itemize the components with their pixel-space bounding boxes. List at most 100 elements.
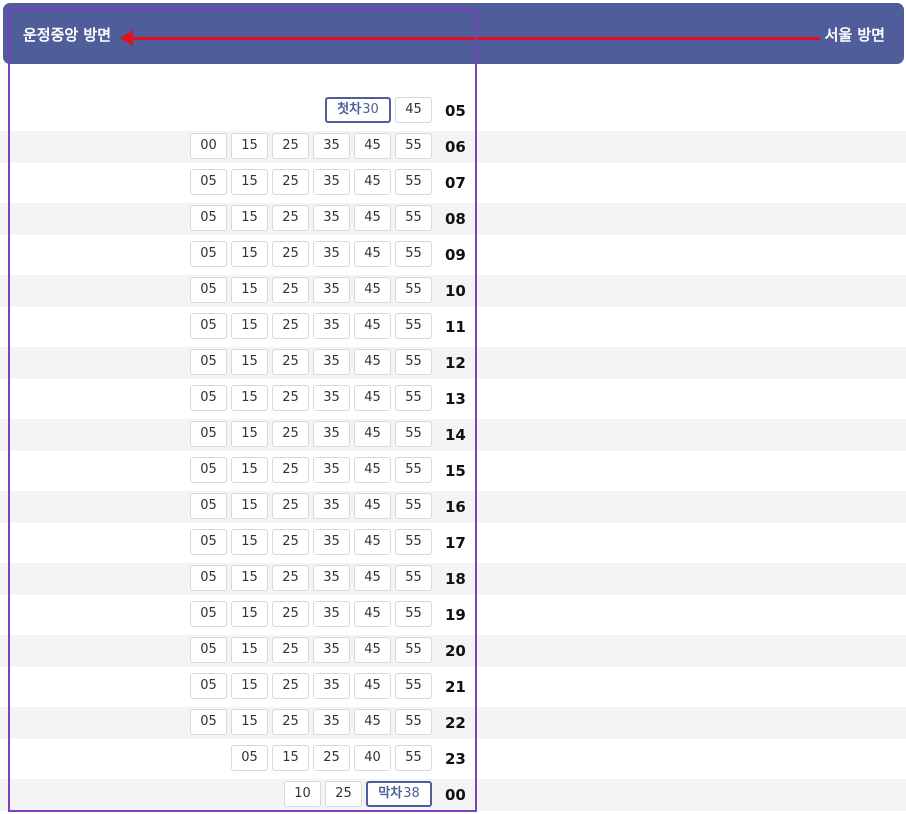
departure-minute-chip: 25: [272, 385, 309, 411]
timetable-row: 05 15 25 35 45 55 09: [0, 237, 906, 273]
departure-minute-chip: 25: [272, 565, 309, 591]
departure-minute-chip: 00: [190, 133, 227, 159]
departure-minute: 25: [282, 570, 299, 585]
minute-list: 05 15 25 35 45 55: [190, 493, 432, 519]
departure-minute-chip: 35: [313, 313, 350, 339]
departure-minute: 05: [200, 462, 217, 477]
departure-minute: 05: [241, 750, 258, 765]
departure-minute: 25: [282, 462, 299, 477]
departure-minute: 05: [200, 354, 217, 369]
departure-minute: 15: [241, 282, 258, 297]
minute-list: 00 15 25 35 45 55: [190, 133, 432, 159]
departure-minute: 45: [364, 462, 381, 477]
departure-minute: 35: [323, 642, 340, 657]
timetable-row: 05 15 25 35 45 55 12: [0, 345, 906, 381]
timetable-row: 첫차30 45 05: [0, 93, 906, 129]
departure-minute: 15: [241, 498, 258, 513]
departure-minute: 35: [323, 462, 340, 477]
departure-minute: 05: [200, 174, 217, 189]
departure-minute-chip: 10: [284, 781, 321, 807]
departure-minute-chip: 05: [190, 241, 227, 267]
departure-minute: 45: [364, 678, 381, 693]
timetable-row: 05 15 25 35 45 55 10: [0, 273, 906, 309]
departure-minute-chip: 55: [395, 169, 432, 195]
minute-list: 05 15 25 35 45 55: [190, 529, 432, 555]
timetable-row: 05 15 25 35 45 55 08: [0, 201, 906, 237]
departure-minute: 55: [405, 210, 422, 225]
departure-minute: 38: [403, 786, 420, 801]
departure-minute-chip: 15: [231, 241, 268, 267]
departure-minute: 55: [405, 318, 422, 333]
departure-minute-chip: 15: [231, 385, 268, 411]
departure-minute-chip: 55: [395, 565, 432, 591]
departure-minute: 05: [200, 498, 217, 513]
timetable-row: 10 25 막차38 00: [0, 777, 906, 813]
departure-minute: 25: [282, 714, 299, 729]
minute-list: 05 15 25 35 45 55: [190, 313, 432, 339]
timetable-row: 05 15 25 35 45 55 14: [0, 417, 906, 453]
departure-minute: 35: [323, 498, 340, 513]
departure-minute-chip: 35: [313, 457, 350, 483]
departure-minute: 35: [323, 174, 340, 189]
departure-minute: 05: [200, 570, 217, 585]
departure-minute-chip: 35: [313, 709, 350, 735]
departure-minute-chip: 35: [313, 169, 350, 195]
departure-minute-chip: 45: [354, 529, 391, 555]
hour-label: 10: [445, 282, 466, 300]
departure-minute-chip: 25: [272, 637, 309, 663]
departure-minute: 05: [200, 642, 217, 657]
departure-minute: 45: [364, 210, 381, 225]
departure-minute-chip: 25: [272, 673, 309, 699]
departure-minute: 05: [200, 282, 217, 297]
departure-minute-chip: 45: [354, 709, 391, 735]
departure-minute-chip: 05: [190, 205, 227, 231]
departure-minute: 55: [405, 498, 422, 513]
departure-minute-chip: 05: [190, 673, 227, 699]
hour-label: 00: [445, 786, 466, 804]
departure-minute: 15: [241, 318, 258, 333]
departure-minute: 15: [241, 714, 258, 729]
timetable-row: 05 15 25 35 45 55 21: [0, 669, 906, 705]
timetable: 첫차30 45 05 00 15 25 35 45 55 06 05 15 25 35 45 55 07 05 15…: [0, 93, 906, 813]
departure-minute: 55: [405, 678, 422, 693]
departure-minute: 05: [200, 210, 217, 225]
departure-minute: 00: [200, 138, 217, 153]
departure-minute-chip: 55: [395, 241, 432, 267]
departure-minute: 55: [405, 246, 422, 261]
departure-minute-chip: 45: [354, 205, 391, 231]
departure-minute-chip: 55: [395, 277, 432, 303]
departure-minute-chip: 55: [395, 529, 432, 555]
timetable-row: 05 15 25 35 45 55 07: [0, 165, 906, 201]
departure-minute: 25: [282, 606, 299, 621]
minute-list: 05 15 25 35 45 55: [190, 385, 432, 411]
departure-minute: 45: [364, 606, 381, 621]
departure-minute-chip: 15: [231, 421, 268, 447]
departure-minute: 15: [241, 606, 258, 621]
departure-minute: 55: [405, 426, 422, 441]
departure-minute: 25: [282, 498, 299, 513]
departure-minute-chip: 55: [395, 709, 432, 735]
departure-minute-chip: 35: [313, 529, 350, 555]
departure-minute-chip: 55: [395, 133, 432, 159]
departure-minute-chip: 55: [395, 673, 432, 699]
departure-minute-chip: 05: [190, 565, 227, 591]
hour-label: 20: [445, 642, 466, 660]
departure-minute-chip: 55: [395, 601, 432, 627]
departure-minute: 05: [200, 534, 217, 549]
departure-minute-chip: 15: [272, 745, 309, 771]
departure-minute-chip: 25: [272, 493, 309, 519]
minute-list: 05 15 25 40 55: [231, 745, 432, 771]
departure-minute: 35: [323, 210, 340, 225]
departure-minute: 15: [241, 210, 258, 225]
departure-minute-chip: 45: [354, 637, 391, 663]
departure-minute: 15: [241, 426, 258, 441]
departure-minute-chip: 25: [272, 457, 309, 483]
departure-minute-chip: 15: [231, 673, 268, 699]
departure-tag-label: 막차: [378, 786, 403, 801]
timetable-row: 05 15 25 35 45 55 22: [0, 705, 906, 741]
departure-minute: 25: [282, 282, 299, 297]
departure-minute-chip: 05: [190, 421, 227, 447]
departure-minute: 35: [323, 138, 340, 153]
departure-minute-chip: 05: [190, 277, 227, 303]
departure-minute-chip: 45: [354, 421, 391, 447]
